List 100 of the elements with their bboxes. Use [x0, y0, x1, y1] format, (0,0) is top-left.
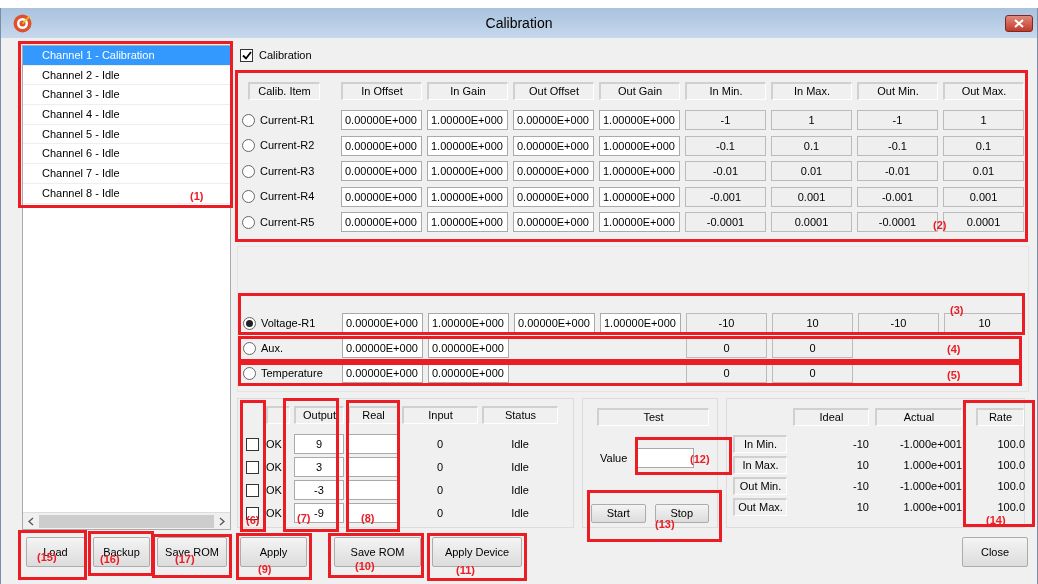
- column-header: Rate: [976, 408, 1024, 426]
- row-label: Out Min.: [733, 477, 787, 495]
- input-field[interactable]: 0.00000E+000: [341, 212, 422, 232]
- scroll-right-icon[interactable]: [218, 516, 226, 526]
- close-button[interactable]: Close: [962, 537, 1028, 567]
- input-field[interactable]: 0.00000E+000: [428, 363, 509, 383]
- input-field[interactable]: 0.00000E+000: [513, 135, 594, 156]
- input-field[interactable]: 0.00000E+000: [428, 338, 509, 358]
- annotation-label: (4): [947, 343, 961, 356]
- channel-item[interactable]: Channel 7 - Idle: [23, 164, 230, 184]
- input-field[interactable]: 1.00000E+000: [427, 186, 508, 207]
- horizontal-scrollbar[interactable]: [23, 512, 230, 529]
- field-label: Value: [600, 450, 628, 466]
- checkbox[interactable]: [246, 483, 259, 497]
- annotation-label: (12): [690, 453, 710, 466]
- table-cell-text: 100.0: [996, 436, 1026, 452]
- input-field[interactable]: 1.00000E+000: [599, 161, 680, 181]
- status-text: OK: [266, 482, 283, 498]
- table-cell-text: 0: [435, 505, 445, 521]
- checkbox[interactable]: [246, 460, 259, 474]
- row-label: Out Max.: [733, 498, 787, 516]
- input-field[interactable]: 3: [294, 457, 344, 477]
- annotation-overlay: [18, 530, 87, 580]
- input-field[interactable]: 1.00000E+000: [427, 212, 508, 232]
- input-field[interactable]: 0.00000E+000: [514, 313, 595, 333]
- radio-button[interactable]: [242, 164, 255, 178]
- input-field[interactable]: [348, 434, 398, 454]
- radio-button[interactable]: [242, 113, 255, 127]
- input-field[interactable]: 0.00000E+000: [341, 186, 422, 207]
- close-button[interactable]: [1005, 15, 1033, 32]
- table-cell-text: 0: [435, 459, 445, 475]
- channel-item[interactable]: Channel 3 - Idle: [23, 85, 230, 106]
- radio-button[interactable]: [243, 316, 256, 330]
- channel-item[interactable]: Channel 6 - Idle: [23, 144, 230, 165]
- column-header: In Max.: [771, 82, 852, 100]
- annotation-label: (7): [297, 512, 311, 525]
- status-text: OK: [266, 459, 283, 475]
- input-field[interactable]: 0.00000E+000: [341, 110, 422, 130]
- input-field[interactable]: 0.00000E+000: [513, 110, 594, 130]
- input-field[interactable]: [348, 457, 398, 477]
- input-field[interactable]: 9: [294, 434, 344, 454]
- input-field[interactable]: 0.00000E+000: [513, 186, 594, 207]
- table-cell-text: 0: [435, 482, 445, 498]
- table-cell-text: 100.0: [996, 499, 1026, 515]
- row-label: Current-R4: [260, 189, 315, 205]
- channel-item[interactable]: Channel 5 - Idle: [23, 124, 230, 145]
- table-cell-text: Idle: [510, 482, 530, 498]
- input-field[interactable]: 0.00000E+000: [341, 161, 422, 181]
- radio-button[interactable]: [242, 139, 255, 152]
- column-header: [266, 406, 290, 424]
- column-header: Ideal: [793, 408, 869, 426]
- row-label: Aux.: [261, 340, 283, 356]
- input-field[interactable]: 0.00000E+000: [342, 338, 423, 358]
- input-field[interactable]: [348, 503, 398, 523]
- radio-button[interactable]: [243, 366, 256, 380]
- row-label: Current-R5: [260, 214, 315, 230]
- scroll-left-icon[interactable]: [27, 516, 35, 526]
- radio-button[interactable]: [242, 215, 255, 229]
- input-field[interactable]: 1.00000E+000: [599, 135, 680, 156]
- readonly-field: 0.001: [943, 186, 1024, 207]
- radio-button[interactable]: [242, 190, 255, 203]
- radio-button[interactable]: [243, 341, 256, 355]
- input-field[interactable]: 1.00000E+000: [600, 313, 681, 333]
- input-field[interactable]: -3: [294, 480, 344, 500]
- action-button[interactable]: Apply Device: [432, 537, 522, 567]
- readonly-field: 10: [772, 313, 853, 333]
- column-header: Status: [482, 406, 558, 424]
- input-field[interactable]: 0.00000E+000: [341, 135, 422, 156]
- input-field[interactable]: [348, 480, 398, 500]
- column-header: Out Min.: [857, 82, 938, 100]
- readonly-field: 0.1: [943, 135, 1024, 156]
- input-field[interactable]: 1.00000E+000: [427, 135, 508, 156]
- input-field[interactable]: 0.00000E+000: [513, 212, 594, 232]
- annotation-label: (2): [933, 219, 947, 232]
- checkbox[interactable]: [246, 437, 259, 451]
- readonly-field: -0.01: [685, 161, 766, 181]
- readonly-field: -10: [686, 313, 767, 333]
- target-icon: [13, 14, 32, 33]
- table-cell-text: -1.000e+001: [898, 436, 962, 452]
- row-label: Current-R1: [260, 112, 315, 128]
- input-field[interactable]: 0.00000E+000: [513, 161, 594, 181]
- readonly-field: 0: [686, 363, 767, 383]
- test-button[interactable]: Start: [591, 504, 646, 523]
- readonly-field: -0.0001: [685, 212, 766, 232]
- input-field[interactable]: 0.00000E+000: [342, 313, 423, 333]
- input-field[interactable]: 1.00000E+000: [427, 161, 508, 181]
- column-header: In Gain: [427, 82, 508, 100]
- readonly-field: 0.001: [771, 186, 852, 207]
- input-field[interactable]: 1.00000E+000: [599, 110, 680, 130]
- channel-item[interactable]: Channel 4 - Idle: [23, 105, 230, 125]
- checkbox[interactable]: [240, 48, 253, 62]
- annotation-label: (8): [361, 512, 375, 525]
- input-field[interactable]: 1.00000E+000: [599, 186, 680, 207]
- annotation-label: (5): [947, 369, 961, 382]
- input-field[interactable]: 1.00000E+000: [599, 212, 680, 232]
- input-field[interactable]: 1.00000E+000: [428, 313, 509, 333]
- readonly-field: -0.1: [685, 135, 766, 156]
- input-field[interactable]: 1.00000E+000: [427, 110, 508, 130]
- input-field[interactable]: 0.00000E+000: [342, 363, 423, 383]
- readonly-field: 1: [771, 110, 852, 130]
